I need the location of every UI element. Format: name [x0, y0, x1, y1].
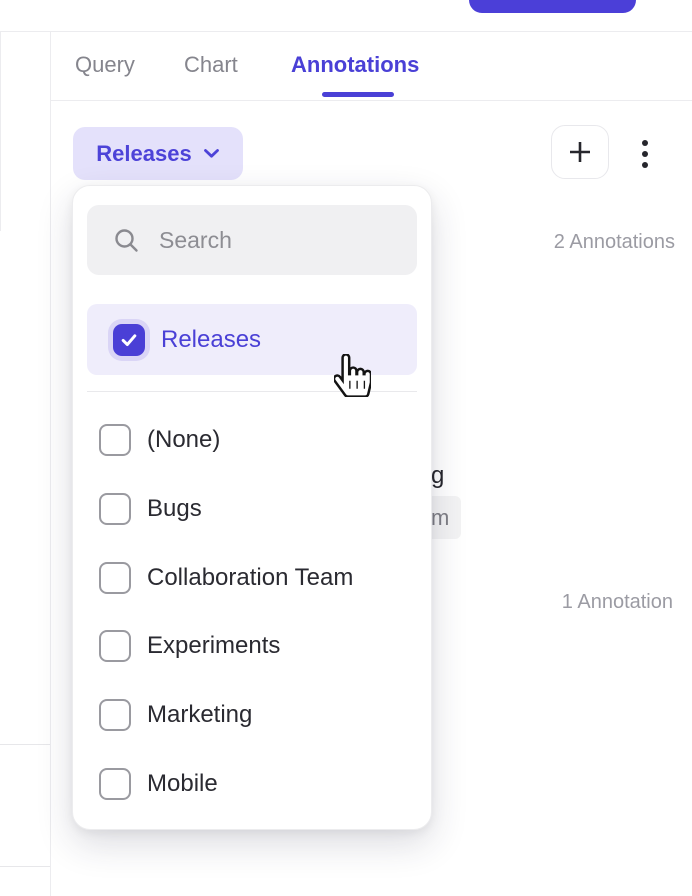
primary-button-fragment[interactable]: [469, 0, 636, 13]
tab-annotations[interactable]: Annotations: [291, 50, 419, 80]
more-options-button[interactable]: [630, 132, 660, 176]
kebab-icon: [642, 162, 648, 168]
checkmark-icon: [119, 330, 139, 350]
search-icon: [113, 227, 140, 254]
dropdown-search-box[interactable]: [87, 205, 417, 275]
option-label: Marketing: [147, 701, 252, 729]
plus-icon: [565, 137, 595, 167]
checkbox-checked[interactable]: [113, 324, 145, 356]
option-row-mobile[interactable]: Mobile: [87, 749, 417, 818]
option-row-collaboration-team[interactable]: Collaboration Team: [87, 543, 417, 612]
kebab-icon: [642, 140, 648, 146]
tab-query[interactable]: Query: [75, 50, 135, 80]
left-edge-line: [0, 31, 1, 231]
option-label: Bugs: [147, 495, 202, 523]
releases-filter-button[interactable]: Releases: [73, 127, 243, 180]
search-input[interactable]: [159, 227, 417, 254]
checkbox-unchecked[interactable]: [99, 562, 131, 594]
annotation-count-bottom: 1 Annotation: [562, 591, 673, 614]
checkbox-unchecked[interactable]: [99, 493, 131, 525]
filter-button-label: Releases: [96, 141, 191, 167]
annotation-filter-dropdown: Releases (None) Bugs Collaboration Team …: [72, 185, 432, 830]
option-label: (None): [147, 426, 220, 454]
app-canvas: Query Chart Annotations Releases 2 Annot…: [0, 0, 692, 896]
tab-chart[interactable]: Chart: [184, 50, 238, 80]
option-row-marketing[interactable]: Marketing: [87, 681, 417, 750]
option-label: Mobile: [147, 770, 218, 798]
top-divider: [0, 31, 692, 32]
checkbox-unchecked[interactable]: [99, 630, 131, 662]
option-label: Releases: [161, 326, 261, 354]
chevron-down-icon: [203, 148, 220, 159]
chart-axis-line: [50, 31, 51, 896]
option-label: Experiments: [147, 632, 280, 660]
option-row-experiments[interactable]: Experiments: [87, 612, 417, 681]
chart-gridline: [0, 866, 50, 867]
occluded-annotation-title-fragment: g: [431, 462, 444, 490]
checkbox-unchecked[interactable]: [99, 699, 131, 731]
annotation-count-top: 2 Annotations: [554, 231, 675, 254]
chart-gridline: [0, 744, 50, 745]
add-annotation-button[interactable]: [551, 125, 609, 179]
checkbox-unchecked[interactable]: [99, 424, 131, 456]
tabbar-divider: [50, 100, 692, 101]
option-row-none[interactable]: (None): [87, 406, 417, 475]
dropdown-options-list: (None) Bugs Collaboration Team Experimen…: [87, 392, 417, 819]
active-tab-underline: [322, 92, 394, 97]
checkbox-unchecked[interactable]: [99, 768, 131, 800]
kebab-icon: [642, 151, 648, 157]
option-row-releases-selected[interactable]: Releases: [87, 304, 417, 375]
option-label: Collaboration Team: [147, 564, 353, 592]
option-row-bugs[interactable]: Bugs: [87, 475, 417, 544]
